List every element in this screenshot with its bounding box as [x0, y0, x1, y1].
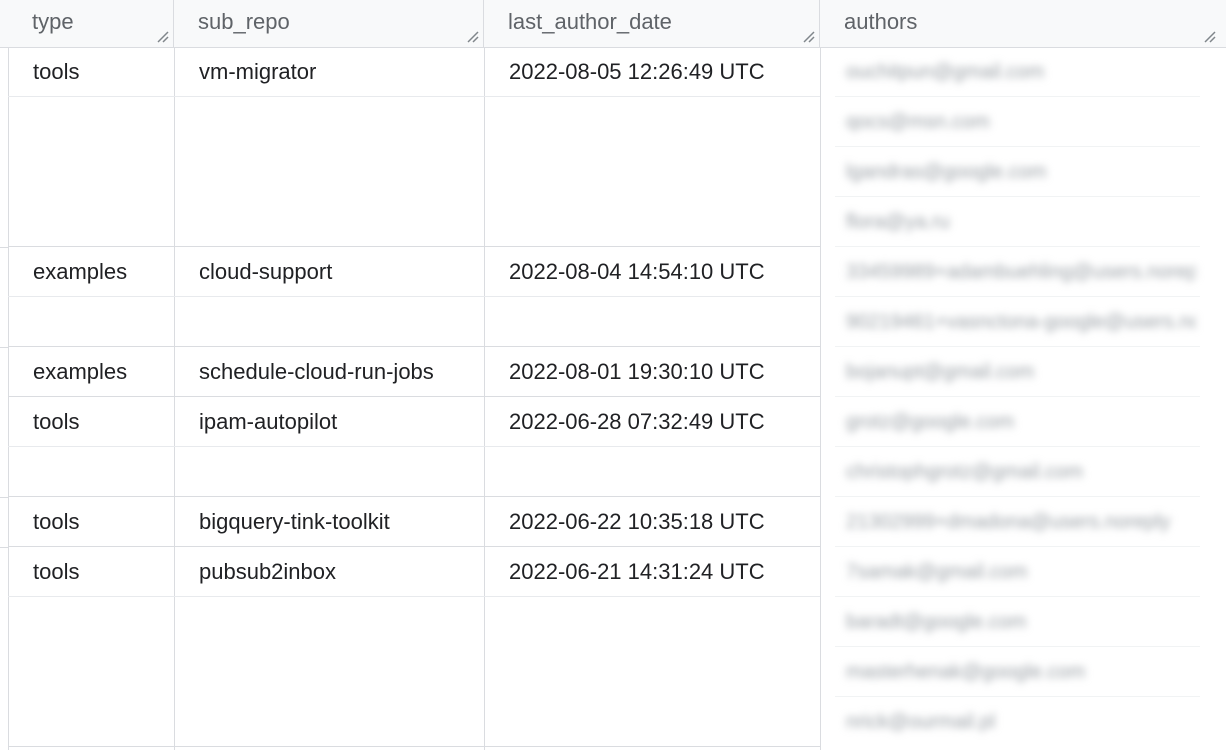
- column-header-label: authors: [844, 9, 918, 34]
- cell-type[interactable]: examples: [33, 247, 127, 297]
- cell-sub-repo[interactable]: bigquery-tink-toolkit: [199, 497, 390, 547]
- cell-type[interactable]: examples: [33, 347, 127, 397]
- cell-sub-repo[interactable]: vm-migrator: [199, 47, 316, 97]
- column-header-label: last_author_date: [508, 9, 672, 34]
- query-results-table: type sub_repo last_author_date authors t…: [0, 0, 1226, 750]
- column-header-type[interactable]: type: [8, 0, 174, 47]
- column-header-last-author-date[interactable]: last_author_date: [484, 0, 820, 47]
- cell-type[interactable]: tools: [33, 47, 79, 97]
- cell-last-author-date[interactable]: 2022-08-04 14:54:10 UTC: [509, 247, 765, 297]
- column-resize-icon[interactable]: [157, 31, 169, 43]
- column-resize-icon[interactable]: [803, 31, 815, 43]
- cell-author[interactable]: bojanupt@gmail.com: [846, 347, 1196, 397]
- cell-author[interactable]: masterhenak@google.com: [846, 647, 1196, 697]
- cell-sub-repo[interactable]: cloud-support: [199, 247, 332, 297]
- row-tick: [0, 247, 8, 248]
- cell-author[interactable]: lgandras@google.com: [846, 147, 1196, 197]
- column-header-label: sub_repo: [198, 9, 290, 34]
- cell-author[interactable]: 7samak@gmail.com: [846, 547, 1196, 597]
- row-divider: [8, 746, 820, 747]
- row-tick: [0, 547, 8, 548]
- cell-author[interactable]: ouchitpun@gmail.com: [846, 47, 1196, 97]
- column-header-sub-repo[interactable]: sub_repo: [174, 0, 484, 47]
- cell-author[interactable]: grotz@google.com: [846, 397, 1196, 447]
- cell-author[interactable]: christophgrotz@gmail.com: [846, 447, 1196, 497]
- cell-sub-repo[interactable]: ipam-autopilot: [199, 397, 337, 447]
- row-tick: [0, 347, 8, 348]
- row-tick: [0, 497, 8, 498]
- table-left-border: [8, 47, 9, 750]
- cell-author[interactable]: nrick@ourmail.pl: [846, 697, 1196, 747]
- column-divider: [484, 47, 485, 750]
- cell-author[interactable]: qocs@msn.com: [846, 97, 1196, 147]
- column-divider: [174, 47, 175, 750]
- cell-author[interactable]: 21302999+dmadona@users.noreply: [846, 497, 1196, 547]
- column-resize-icon[interactable]: [467, 31, 479, 43]
- cell-type[interactable]: tools: [33, 547, 79, 597]
- cell-sub-repo[interactable]: schedule-cloud-run-jobs: [199, 347, 434, 397]
- table-header: type sub_repo last_author_date authors: [0, 0, 1226, 48]
- column-header-authors[interactable]: authors: [820, 0, 1226, 47]
- column-resize-icon[interactable]: [1204, 31, 1216, 43]
- cell-author[interactable]: baradt@google.com: [846, 597, 1196, 647]
- cell-author[interactable]: flora@ya.ru: [846, 197, 1196, 247]
- cell-type[interactable]: tools: [33, 397, 79, 447]
- cell-sub-repo[interactable]: pubsub2inbox: [199, 547, 336, 597]
- column-divider: [820, 47, 821, 750]
- cell-last-author-date[interactable]: 2022-06-22 10:35:18 UTC: [509, 497, 765, 547]
- row-tick: [0, 47, 8, 48]
- cell-type[interactable]: tools: [33, 497, 79, 547]
- cell-last-author-date[interactable]: 2022-08-01 19:30:10 UTC: [509, 347, 765, 397]
- cell-last-author-date[interactable]: 2022-06-28 07:32:49 UTC: [509, 397, 765, 447]
- cell-last-author-date[interactable]: 2022-08-05 12:26:49 UTC: [509, 47, 765, 97]
- cell-last-author-date[interactable]: 2022-06-21 14:31:24 UTC: [509, 547, 765, 597]
- column-header-label: type: [32, 9, 74, 34]
- cell-author[interactable]: 33459989+adambuehling@users.noreply: [846, 247, 1196, 297]
- cell-author[interactable]: 90219461+vasnctona-google@users.noreply: [846, 297, 1196, 347]
